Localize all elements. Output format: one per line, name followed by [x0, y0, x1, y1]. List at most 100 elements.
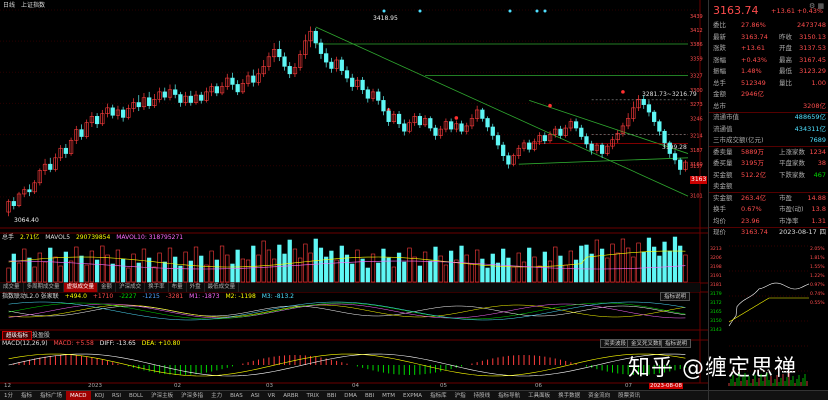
- candle-body: [339, 59, 344, 71]
- quote-row-value2: 488659亿: [794, 113, 826, 121]
- intraday-axis-left: 3143: [710, 327, 722, 333]
- volume-bar: [527, 247, 532, 283]
- indicator-tab[interactable]: KDJ: [91, 391, 108, 400]
- volume-bar: [620, 238, 626, 283]
- candle-body: [573, 121, 579, 129]
- indicator-tab[interactable]: 指标: [17, 391, 36, 400]
- indicator-tab[interactable]: MACD: [66, 391, 91, 400]
- indicator-help-button[interactable]: 指标说明: [660, 292, 691, 301]
- volume-bar: [506, 257, 511, 283]
- indicator-tab[interactable]: BIAS: [226, 391, 247, 400]
- indicator-tab[interactable]: 沪深主板: [147, 391, 177, 400]
- volume-subtab[interactable]: 布量: [169, 283, 187, 292]
- intraday-axis-right: 1.22%: [810, 273, 825, 279]
- intraday-chart-svg[interactable]: 3213 3206 3198 3191 3181 3179 3172 3165 3150 3143…: [709, 238, 828, 388]
- volume-bar: [521, 261, 527, 283]
- indicator-tab[interactable]: RSI: [108, 391, 125, 400]
- support-line: [518, 157, 689, 165]
- volume-subtab[interactable]: 金额: [98, 283, 117, 292]
- indicator-tab[interactable]: 沪深多指: [177, 391, 207, 400]
- indicator-tab[interactable]: 1分: [0, 391, 17, 400]
- candle-body: [579, 127, 584, 137]
- indicator-tab[interactable]: MTM: [378, 391, 399, 400]
- intraday-axis-left: 3206: [710, 255, 722, 261]
- volume-bar: [157, 252, 162, 283]
- volume-bar: [412, 256, 417, 283]
- volume-bar: [79, 255, 84, 283]
- profit-stock-tab[interactable]: 投盈股: [32, 332, 50, 340]
- volume-subtab[interactable]: 最低成交量: [205, 283, 240, 292]
- indicator-tab[interactable]: 持股线: [470, 391, 495, 400]
- trend-line-down: [315, 26, 689, 197]
- volume-subtab[interactable]: 虚拟成交量: [63, 283, 99, 292]
- indicator-tab[interactable]: ASI: [247, 391, 264, 400]
- indicator-tab[interactable]: 指标导航: [494, 391, 524, 400]
- volume-bar: [480, 258, 485, 283]
- indicator-tab[interactable]: 工具面板: [524, 391, 554, 400]
- quote-row: 换手 0.67% 市盈(动) 13.8: [713, 204, 826, 215]
- indicator-v2: +1710: [92, 293, 114, 300]
- candle-body: [79, 129, 84, 137]
- chart-title: 日线 上证指数: [3, 2, 49, 10]
- event-marker: [418, 9, 422, 13]
- volume-bar: [193, 246, 199, 283]
- candle-body: [251, 75, 256, 83]
- indicator-tab[interactable]: 换手数据: [554, 391, 584, 400]
- volume-bar: [475, 249, 480, 283]
- intraday-axis-right: 0.55%: [810, 300, 825, 306]
- candle-body: [94, 116, 100, 125]
- quote-row-label2: 最低: [779, 67, 792, 75]
- candle-body: [490, 126, 495, 136]
- indicator-tab[interactable]: VR: [264, 391, 280, 400]
- indicator-line: [8, 304, 686, 318]
- volume-subtab[interactable]: 成交量: [0, 283, 24, 292]
- indicator-tab[interactable]: TRIX: [302, 391, 323, 400]
- volume-subtab[interactable]: 沪深成交: [116, 283, 146, 292]
- volume-subtab[interactable]: 换手率: [145, 283, 169, 292]
- volume-bar: [167, 247, 173, 283]
- volume-bar: [563, 264, 568, 283]
- indicator-tab[interactable]: BBI: [323, 391, 340, 400]
- candle-body: [433, 127, 438, 136]
- indicator-tab[interactable]: 主力: [207, 391, 226, 400]
- volume-bar: [131, 253, 136, 283]
- price-tick: 3101: [690, 194, 703, 200]
- macd-help-button[interactable]: 指标说明: [661, 339, 692, 348]
- mavol-value: 290739854: [75, 234, 111, 241]
- volume-bar: [516, 252, 521, 283]
- indicator-tab[interactable]: 股票资讯: [614, 391, 644, 400]
- quote-row-value2: 2473748: [797, 21, 826, 29]
- indicator-tab[interactable]: 指标广场: [36, 391, 66, 400]
- volume-bar: [136, 262, 141, 283]
- period-label[interactable]: 日线: [3, 2, 15, 9]
- volume-value: 2.71亿: [19, 234, 40, 241]
- candle-body: [27, 189, 32, 193]
- volume-subtab[interactable]: 多周期成交量: [24, 283, 64, 292]
- indicator-tab[interactable]: DMA: [340, 391, 361, 400]
- indicator-tab[interactable]: BBI: [361, 391, 378, 400]
- quote-row-label2: 市净率: [779, 216, 799, 225]
- indicator-tab[interactable]: 指标库: [426, 391, 451, 400]
- super-indicator-tab[interactable]: 超级指标: [2, 331, 33, 340]
- quote-row: 三市成交额(亿元) 7689: [713, 135, 826, 146]
- indicator-tab[interactable]: ARBR: [279, 391, 302, 400]
- volume-bar: [266, 249, 272, 283]
- indicator-tab[interactable]: 资金流向: [584, 391, 614, 400]
- volume-bar: [599, 248, 605, 283]
- intraday-price-line: [728, 282, 810, 327]
- volume-subtab[interactable]: 外盘: [187, 283, 205, 292]
- quote-row-label2: 最高: [779, 55, 792, 64]
- signal-dot: [454, 116, 459, 120]
- indicator-tab[interactable]: BOLL: [125, 391, 147, 400]
- mid-annotation: 3199.28: [662, 144, 687, 151]
- indicator-tab[interactable]: EXPMA: [399, 391, 426, 400]
- quote-row: 最新 3163.74 昨收 3150.13: [713, 32, 826, 43]
- panel-menu-icon[interactable]: ⚙ ▦: [809, 2, 825, 11]
- buy-sell-band-button[interactable]: 买卖波段: [600, 339, 631, 348]
- volume-label: 总手: [2, 234, 15, 241]
- quote-row-value: 0.67%: [741, 205, 762, 213]
- quote-row-value2: 3167.45: [799, 55, 826, 64]
- index-name-label: 上证指数: [20, 2, 45, 9]
- candle-body: [63, 147, 68, 154]
- indicator-tab[interactable]: 沪指: [451, 391, 470, 400]
